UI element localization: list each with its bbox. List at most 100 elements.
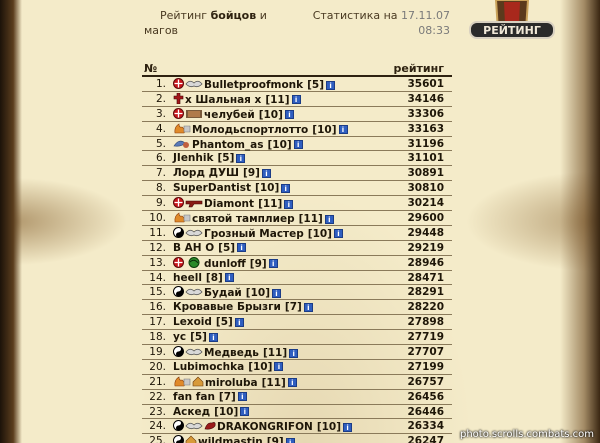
info-icon[interactable]: i [237, 243, 247, 253]
row-number: 25. [149, 435, 166, 443]
info-icon[interactable]: i [268, 259, 278, 269]
player-name-link[interactable]: В АН О [173, 242, 214, 254]
info-icon[interactable]: i [274, 362, 284, 372]
player-name-link[interactable]: Phantom_as [192, 139, 264, 151]
red-clan-icon[interactable] [173, 107, 184, 122]
table-row: 16. Кровавые Брызги [7] i 28220 [142, 300, 452, 316]
player-name-link[interactable]: JIenhik [173, 152, 213, 164]
player-name-link[interactable]: wildmastin [198, 436, 263, 443]
player-level: [5] [215, 316, 233, 329]
info-icon[interactable]: i [287, 378, 297, 388]
red-clan-icon[interactable] [173, 78, 184, 92]
warrior-clan-icon[interactable] [185, 108, 203, 122]
fire-clan-icon[interactable] [173, 212, 191, 226]
wings-clan-icon[interactable] [185, 78, 203, 92]
player-rating: 29600 [407, 212, 444, 225]
info-icon[interactable]: i [343, 422, 353, 432]
red-clan-icon[interactable] [173, 197, 184, 211]
player-name-link[interactable]: fan fan [173, 391, 215, 403]
player-entry: JIenhik [5] i [173, 152, 246, 164]
info-icon[interactable]: i [291, 95, 301, 105]
player-entry: Грозный Мастер [10] i [173, 226, 343, 241]
row-number: 24. [149, 420, 166, 433]
player-name-link[interactable]: святой тамплиер [192, 213, 295, 225]
player-level: [9] [243, 167, 260, 180]
player-name-link[interactable]: SuperDantist [173, 182, 251, 194]
player-name-link[interactable]: dunloff [204, 258, 246, 270]
gun-clan-icon[interactable] [185, 197, 203, 211]
info-icon[interactable]: i [293, 140, 303, 150]
wings-clan-icon[interactable] [185, 420, 203, 434]
info-icon[interactable]: i [333, 229, 343, 239]
player-rating: 28946 [407, 256, 444, 269]
yinyang-clan-icon[interactable] [173, 420, 184, 434]
house-clan-icon[interactable] [192, 376, 204, 390]
player-name-link[interactable]: ус [173, 331, 186, 343]
wings-clan-icon[interactable] [185, 286, 203, 300]
info-icon[interactable]: i [224, 273, 234, 283]
table-row: 2. x Шальная x [11] i 34146 [142, 92, 452, 107]
player-level: [10] [267, 138, 292, 151]
info-icon[interactable]: i [236, 153, 246, 163]
player-name-link[interactable]: Lubimochka [173, 361, 244, 373]
player-rating: 29448 [407, 226, 444, 239]
row-number: 22. [149, 390, 166, 403]
wings-clan-icon[interactable] [185, 227, 203, 241]
table-row: 7. Лорд ДУШ [9] i 30891 [142, 166, 452, 182]
green-clan-icon[interactable] [185, 256, 203, 271]
player-name-link[interactable]: DRAKONGRIFON [217, 421, 313, 433]
table-row: 4. Молодьспортлотто [10] i 33163 [142, 122, 452, 137]
info-icon[interactable]: i [261, 168, 271, 178]
player-name-link[interactable]: miroluba [205, 377, 258, 389]
player-name-link[interactable]: Медведь [204, 347, 259, 359]
info-icon[interactable]: i [234, 317, 244, 327]
player-name-link[interactable]: Кровавые Брызги [173, 301, 281, 313]
info-icon[interactable]: i [284, 110, 294, 120]
player-name-link[interactable]: Грозный Мастер [204, 228, 304, 240]
row-number: 15. [149, 286, 166, 299]
player-name-link[interactable]: x Шальная x [185, 94, 261, 106]
info-icon[interactable]: i [281, 183, 291, 193]
yinyang-clan-icon[interactable] [173, 286, 184, 300]
player-name-link[interactable]: Будай [204, 287, 242, 299]
player-name-link[interactable]: челубей [204, 109, 255, 121]
info-icon[interactable]: i [338, 125, 348, 135]
bird-clan-icon[interactable] [173, 138, 191, 152]
info-icon[interactable]: i [303, 302, 313, 312]
player-name-link[interactable]: Аскед [173, 406, 210, 418]
info-icon[interactable]: i [285, 437, 295, 443]
wings-clan-icon[interactable] [185, 346, 203, 360]
info-icon[interactable]: i [237, 392, 247, 402]
cross-clan-icon[interactable] [173, 92, 184, 107]
player-name-link[interactable]: Lexoid [173, 316, 212, 328]
player-name-link[interactable]: Diamont [204, 198, 254, 210]
info-icon[interactable]: i [272, 288, 281, 298]
table-row: 3. челубей [10] i 33306 [142, 107, 452, 122]
info-icon[interactable]: i [289, 348, 299, 358]
yinyang-clan-icon[interactable] [173, 346, 184, 360]
player-rating: 27898 [407, 316, 444, 329]
player-level: [11] [258, 198, 283, 211]
player-rating: 26456 [407, 390, 444, 403]
info-icon[interactable]: i [240, 407, 250, 417]
dragon-clan-icon[interactable] [204, 420, 216, 434]
player-name-link[interactable]: Лорд ДУШ [173, 167, 239, 179]
player-entry: dunloff [9] i [173, 256, 278, 271]
player-rating: 34146 [407, 92, 444, 105]
red-clan-icon[interactable] [173, 256, 184, 271]
fire-clan-icon[interactable] [173, 376, 191, 390]
player-name-link[interactable]: Bulletproofmonk [204, 79, 303, 91]
info-icon[interactable]: i [324, 214, 334, 224]
player-name-link[interactable]: Молодьспортлотто [192, 124, 308, 136]
fire-clan-icon[interactable] [173, 123, 191, 137]
player-entry: miroluba [11] i [173, 376, 297, 390]
page-header: Рейтинг бойцов и магов Статистика на 17.… [144, 6, 454, 37]
house-clan-icon[interactable] [185, 435, 197, 443]
info-icon[interactable]: i [284, 199, 294, 209]
info-icon[interactable]: i [208, 332, 218, 342]
player-name-link[interactable]: heell [173, 272, 202, 284]
yinyang-clan-icon[interactable] [173, 226, 184, 241]
yinyang-clan-icon[interactable] [173, 435, 184, 443]
info-icon[interactable]: i [326, 80, 336, 90]
player-level: [11] [261, 376, 286, 389]
